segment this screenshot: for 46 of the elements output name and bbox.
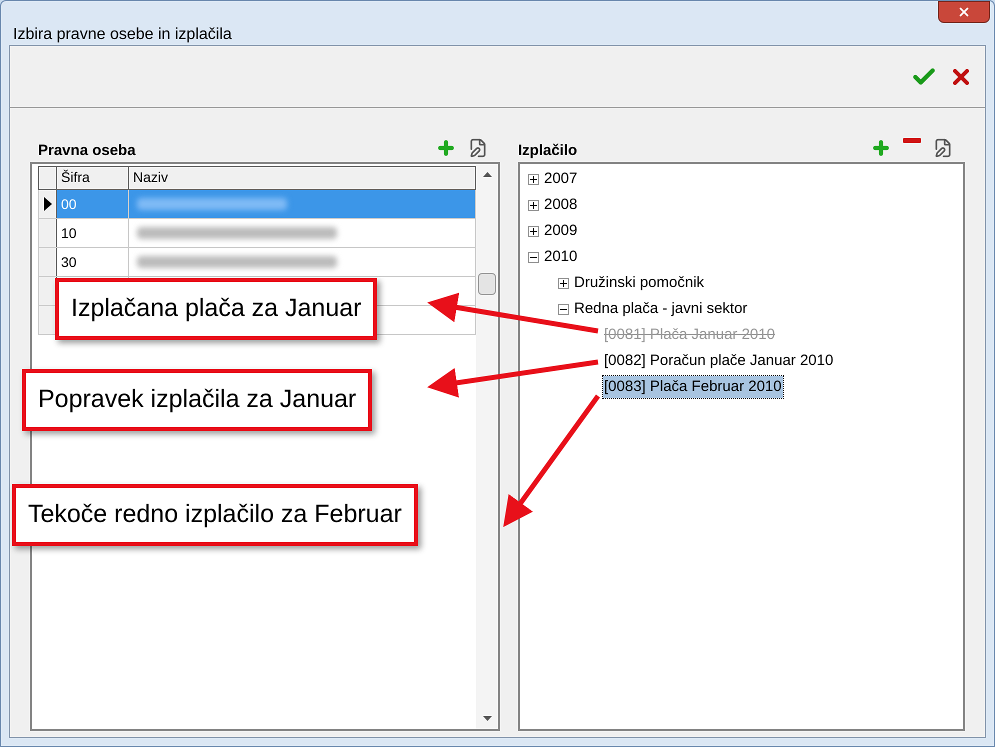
collapse-toggle[interactable] [528,252,539,262]
column-header: Naziv [132,168,170,187]
plus-icon [436,138,456,158]
table-cell: 30 [57,248,129,276]
table-cell: 00 [57,190,129,218]
close-icon [957,5,971,19]
plus-icon [560,280,567,286]
panel-title: Pravna oseba [38,140,136,160]
tree-item[interactable]: Redna plača - javni sektor [573,298,748,320]
edit-document-icon [468,138,488,158]
expand-toggle[interactable] [528,174,539,184]
expand-toggle[interactable] [528,200,539,210]
window-title: Izbira pravne osebe in izplačila [13,25,232,45]
plus-icon [530,202,537,208]
plus-icon [530,228,537,234]
callout-label: Popravek izplačila za Januar [22,369,372,430]
tree-item[interactable]: [0082] Poračun plače Januar 2010 [603,350,834,372]
close-button[interactable] [938,1,990,23]
row-selector[interactable] [39,190,57,218]
add-button[interactable] [871,138,891,158]
edit-button[interactable] [468,138,488,158]
scrollbar[interactable] [476,164,498,729]
scroll-up-icon [482,172,492,177]
current-row-icon [44,197,52,211]
edit-document-icon [933,138,953,158]
callout-label: Izplačana plača za Januar [55,278,378,340]
plus-icon [871,138,891,158]
tree-item[interactable]: 2009 [543,220,578,242]
plus-icon [530,176,537,182]
tree-item[interactable]: 2008 [543,194,578,216]
expand-toggle[interactable] [558,278,569,288]
edit-button[interactable] [933,138,953,158]
expand-toggle[interactable] [528,226,539,236]
table-cell: 10 [57,219,129,247]
minus-icon [903,138,921,143]
tree-item[interactable]: 2007 [543,168,578,190]
add-button[interactable] [436,138,456,158]
callout-label: Tekoče redno izplačilo za Februar [12,484,418,546]
scroll-down-icon [482,716,492,721]
column-header: Šifra [57,167,129,189]
scroll-thumb[interactable] [478,272,496,295]
tree-item[interactable]: 2010 [543,246,578,268]
tree-item[interactable]: Družinski pomočnik [573,272,706,294]
collapse-toggle[interactable] [558,304,569,314]
tree-item[interactable]: [0083] Plača Februar 2010 [603,376,783,398]
panel-title: Izplačilo [518,140,578,160]
